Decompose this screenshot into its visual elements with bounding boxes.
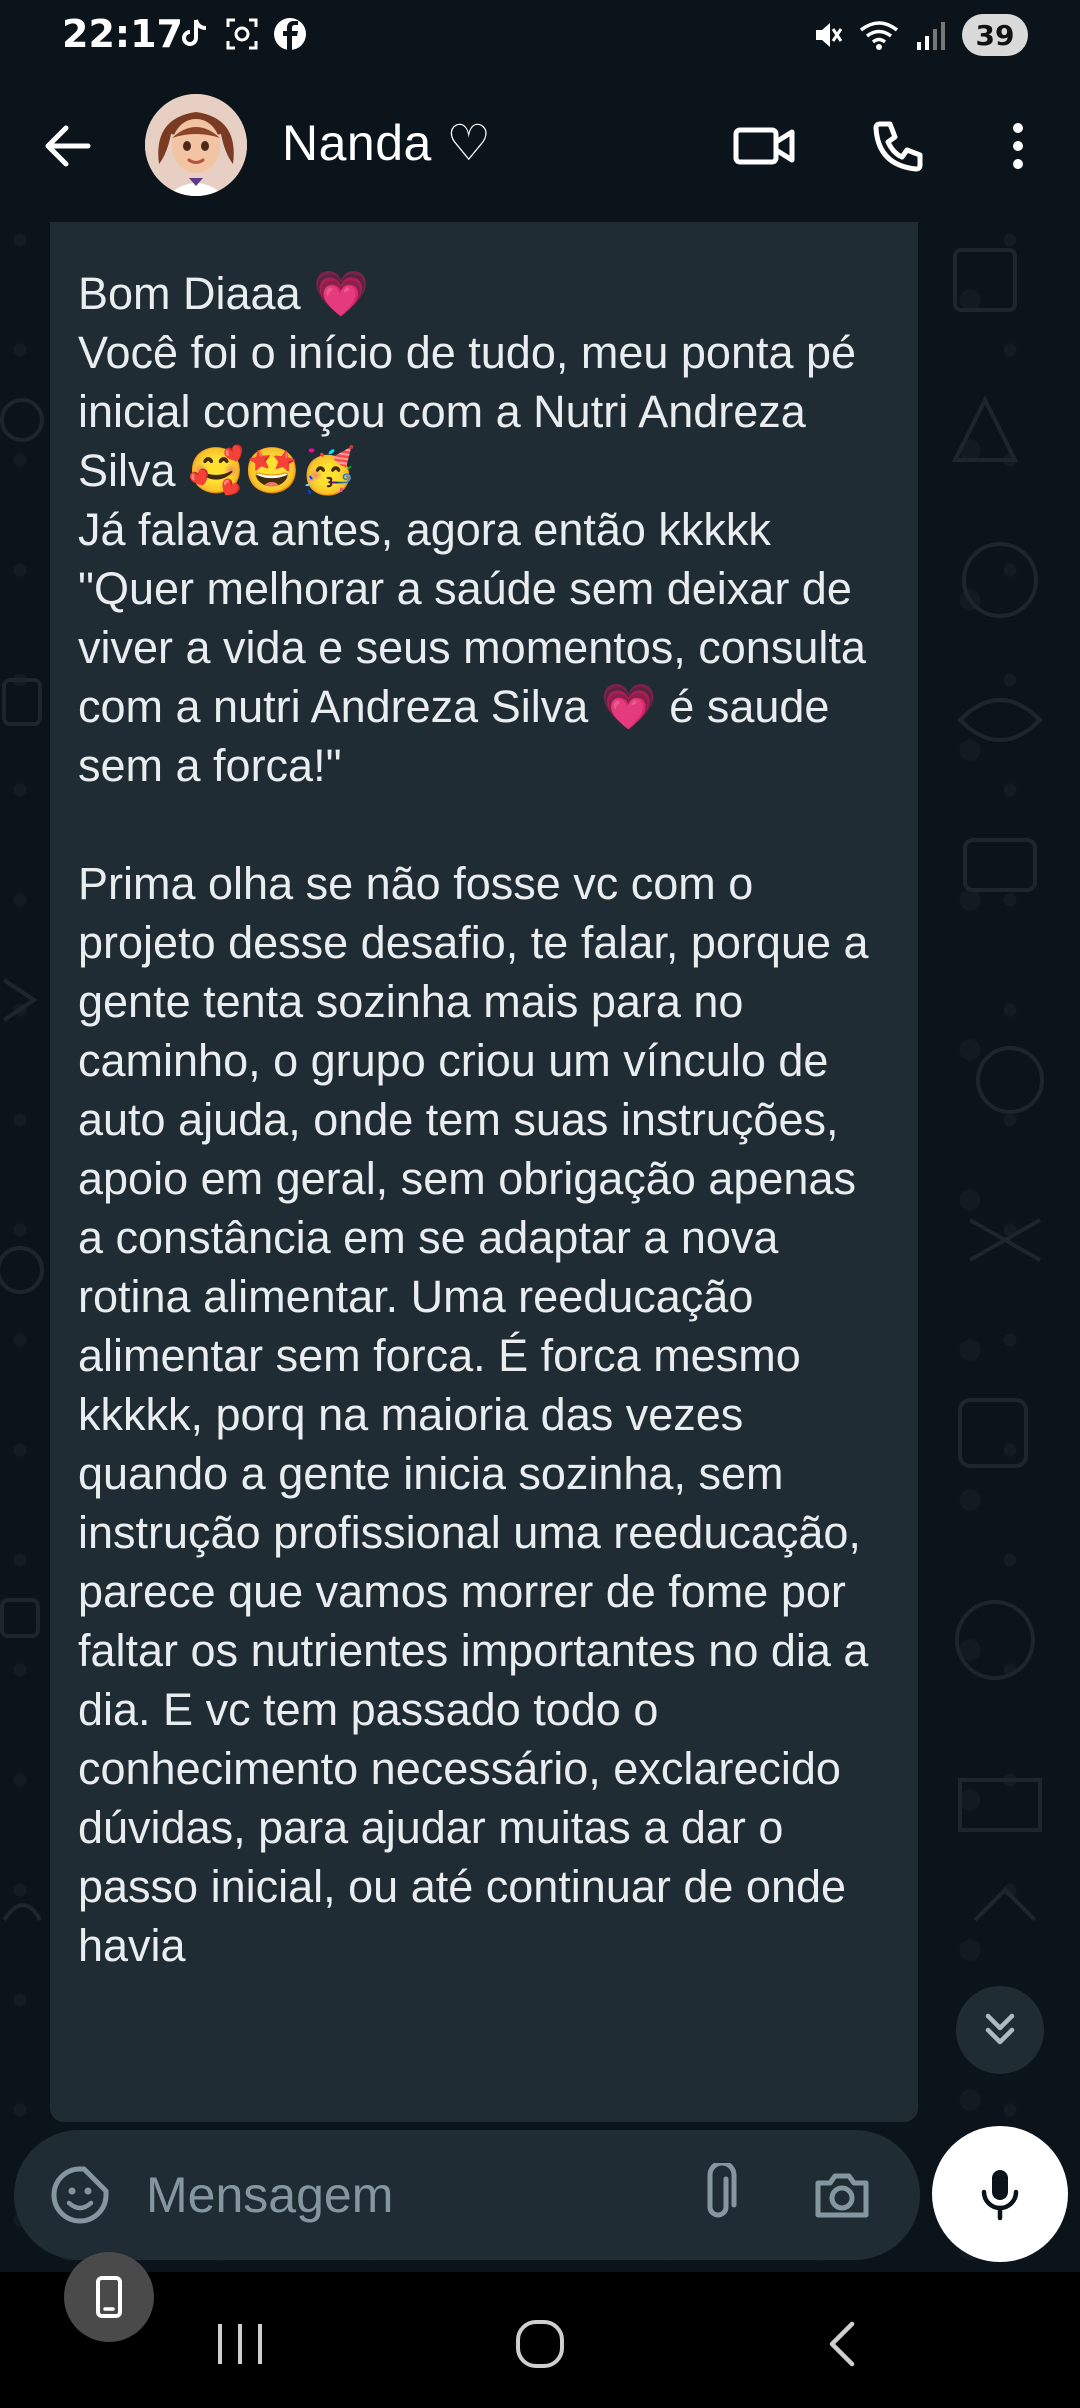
- facebook-icon: [274, 18, 306, 50]
- tiktok-icon: [182, 19, 207, 46]
- status-right-icons: 39: [810, 14, 1028, 56]
- back-arrow-icon: [45, 125, 91, 167]
- voice-call-button[interactable]: [866, 114, 930, 178]
- video-call-icon: [733, 127, 795, 165]
- avatar[interactable]: [145, 94, 247, 196]
- back-button[interactable]: [36, 114, 100, 178]
- chat-area[interactable]: Bom Diaaa 💗 Você foi o início de tudo, m…: [0, 220, 1080, 2272]
- camera-icon: [815, 2173, 869, 2218]
- microphone-icon: [981, 2170, 1019, 2221]
- recent-apps-button[interactable]: [210, 2316, 270, 2372]
- camera-button[interactable]: [810, 2163, 874, 2227]
- message-composer: [14, 2130, 920, 2260]
- emoji-button[interactable]: [48, 2163, 112, 2227]
- contact-name[interactable]: Nanda ♡: [282, 114, 492, 172]
- nav-back-button[interactable]: [816, 2314, 872, 2374]
- sticker-emoji-icon: [51, 2166, 109, 2224]
- status-bar: 22:17 39: [0, 0, 1080, 70]
- more-options-icon: [1013, 123, 1023, 169]
- back-chevron-icon: [829, 2321, 855, 2367]
- battery-level: 39: [962, 14, 1028, 56]
- message-bubble[interactable]: Bom Diaaa 💗 Você foi o início de tudo, m…: [50, 222, 918, 2122]
- home-icon: [516, 2320, 564, 2368]
- home-button[interactable]: [510, 2310, 570, 2376]
- video-call-button[interactable]: [730, 114, 800, 178]
- floating-phone-button[interactable]: [64, 2252, 154, 2342]
- scroll-to-bottom-button[interactable]: [956, 1986, 1044, 2074]
- recent-apps-icon: [218, 2324, 262, 2364]
- paperclip-icon: [707, 2160, 737, 2218]
- chat-header: Nanda ♡: [0, 70, 1080, 220]
- signal-icon: [917, 22, 945, 50]
- more-options-button[interactable]: [998, 114, 1038, 178]
- double-chevron-down-icon: [985, 2013, 1015, 2045]
- message-text: Bom Diaaa 💗 Você foi o início de tudo, m…: [78, 268, 869, 1971]
- phone-device-icon: [96, 2276, 122, 2318]
- status-left-icons: [176, 16, 308, 52]
- status-time: 22:17: [62, 12, 183, 56]
- message-input[interactable]: [146, 2160, 666, 2230]
- screenshot-icon: [226, 18, 258, 50]
- attach-button[interactable]: [688, 2160, 748, 2227]
- mute-icon: [816, 23, 843, 47]
- wifi-icon: [859, 21, 899, 50]
- voice-message-button[interactable]: [932, 2126, 1068, 2262]
- voice-call-icon: [873, 121, 923, 172]
- avatar-image: [145, 94, 247, 196]
